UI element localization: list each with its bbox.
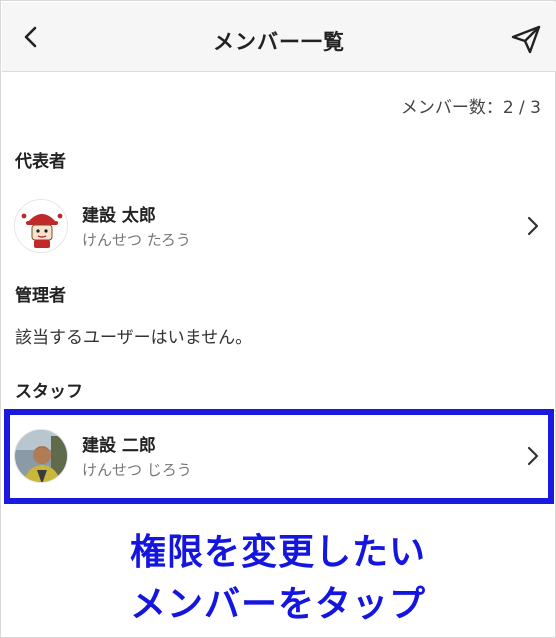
- member-count: メンバー数：2 / 3: [400, 98, 541, 118]
- screen-frame: メンバー一覧 メンバー数：2 / 3 代表者 建設 太郎 けんせつ たろう 管理…: [0, 0, 556, 638]
- member-row-representative[interactable]: 建設 太郎 けんせつ たろう: [2, 189, 556, 263]
- section-label-staff: スタッフ: [15, 382, 83, 402]
- chevron-right-icon: [527, 216, 539, 236]
- caption-line-2: メンバーをタップ: [129, 584, 426, 625]
- mascot-avatar-image: [15, 200, 67, 252]
- send-icon[interactable]: [510, 24, 542, 54]
- highlight-box: [4, 409, 554, 504]
- avatar: [14, 199, 68, 253]
- empty-message: 該当するユーザーはいません。: [15, 328, 253, 348]
- member-name: 建設 太郎: [82, 206, 156, 226]
- member-kana: けんせつ たろう: [82, 231, 191, 249]
- section-label-admin: 管理者: [15, 286, 66, 306]
- page-title: メンバー一覧: [213, 30, 345, 54]
- caption-line-1: 権限を変更したい: [129, 532, 426, 573]
- app-header: メンバー一覧: [2, 2, 556, 72]
- section-label-representative: 代表者: [15, 152, 66, 172]
